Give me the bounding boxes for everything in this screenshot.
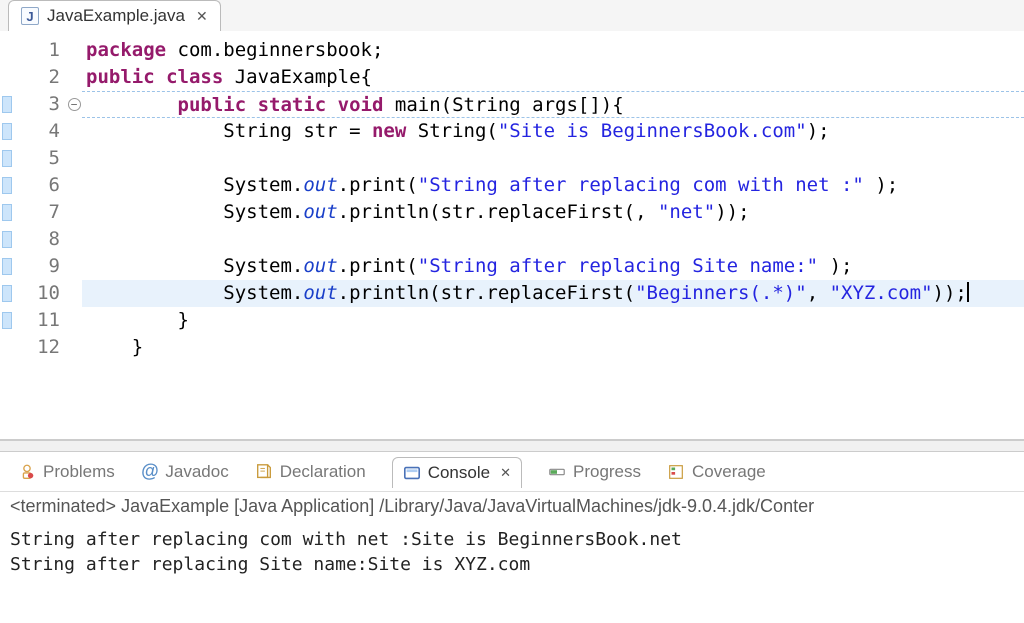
line-number: 11 xyxy=(37,307,60,334)
line-number-gutter: 1 2 3 4 5 6 7 8 9 10 11 12 xyxy=(14,37,66,439)
tab-coverage[interactable]: Coverage xyxy=(667,462,766,482)
code-line[interactable]: } xyxy=(82,307,1024,334)
code-line-current[interactable]: System.out.println(str.replaceFirst("Beg… xyxy=(82,280,1024,307)
code-line[interactable]: System.out.print("String after replacing… xyxy=(82,253,1024,280)
tab-console[interactable]: Console ✕ xyxy=(392,457,522,488)
file-tab-java-example[interactable]: J JavaExample.java ✕ xyxy=(8,0,221,31)
console-line: String after replacing Site name:Site is… xyxy=(10,552,1014,577)
problems-icon xyxy=(18,463,36,481)
bottom-tab-bar: Problems @ Javadoc Declaration Console ✕… xyxy=(0,452,1024,492)
code-line[interactable] xyxy=(82,145,1024,172)
close-icon[interactable]: ✕ xyxy=(500,465,511,481)
code-line[interactable]: System.out.println(str.replaceFirst(, "n… xyxy=(82,199,1024,226)
file-tab-label: JavaExample.java xyxy=(47,6,185,26)
fold-gutter: − xyxy=(66,37,82,439)
line-number: 5 xyxy=(49,145,60,172)
javadoc-icon: @ xyxy=(141,461,159,482)
tab-label: Javadoc xyxy=(165,462,228,482)
code-line[interactable]: System.out.print("String after replacing… xyxy=(82,172,1024,199)
line-number: 10 xyxy=(37,280,60,307)
code-line[interactable]: } xyxy=(82,334,1024,361)
fold-toggle-icon[interactable]: − xyxy=(68,98,81,111)
tab-declaration[interactable]: Declaration xyxy=(255,462,366,482)
progress-icon xyxy=(548,463,566,481)
line-number: 3 xyxy=(49,91,60,118)
editor-tab-bar: J JavaExample.java ✕ xyxy=(0,0,1024,31)
code-lines[interactable]: package com.beginnersbook; public class … xyxy=(82,37,1024,439)
code-line[interactable]: String str = new String("Site is Beginne… xyxy=(82,118,1024,145)
line-number: 2 xyxy=(49,64,60,91)
panel-splitter[interactable] xyxy=(0,440,1024,452)
line-number: 8 xyxy=(49,226,60,253)
java-file-icon: J xyxy=(21,7,39,25)
tab-label: Coverage xyxy=(692,462,766,482)
line-number: 7 xyxy=(49,199,60,226)
tab-label: Progress xyxy=(573,462,641,482)
declaration-icon xyxy=(255,463,273,481)
tab-javadoc[interactable]: @ Javadoc xyxy=(141,461,229,482)
line-number: 9 xyxy=(49,253,60,280)
line-number: 1 xyxy=(49,37,60,64)
tab-problems[interactable]: Problems xyxy=(18,462,115,482)
bottom-panel: Problems @ Javadoc Declaration Console ✕… xyxy=(0,452,1024,583)
tab-label: Declaration xyxy=(280,462,366,482)
code-line[interactable]: package com.beginnersbook; xyxy=(82,37,1024,64)
line-number: 6 xyxy=(49,172,60,199)
code-region[interactable]: 1 2 3 4 5 6 7 8 9 10 11 12 − package com… xyxy=(0,31,1024,439)
editor-area: J JavaExample.java ✕ 1 2 3 4 5 6 7 xyxy=(0,0,1024,440)
tab-progress[interactable]: Progress xyxy=(548,462,641,482)
console-icon xyxy=(403,464,421,482)
line-number: 12 xyxy=(37,334,60,361)
coverage-icon xyxy=(667,463,685,481)
tab-label: Console xyxy=(428,463,490,483)
tab-label: Problems xyxy=(43,462,115,482)
marker-gutter xyxy=(0,37,14,439)
console-line: String after replacing com with net :Sit… xyxy=(10,527,1014,552)
code-line[interactable] xyxy=(82,226,1024,253)
console-output[interactable]: String after replacing com with net :Sit… xyxy=(0,521,1024,583)
close-icon[interactable]: ✕ xyxy=(196,8,208,25)
text-caret xyxy=(967,282,969,302)
console-status: <terminated> JavaExample [Java Applicati… xyxy=(0,492,1024,521)
line-number: 4 xyxy=(49,118,60,145)
code-line[interactable]: public class JavaExample{ xyxy=(82,64,1024,91)
code-line[interactable]: public static void main(String args[]){ xyxy=(82,91,1024,118)
